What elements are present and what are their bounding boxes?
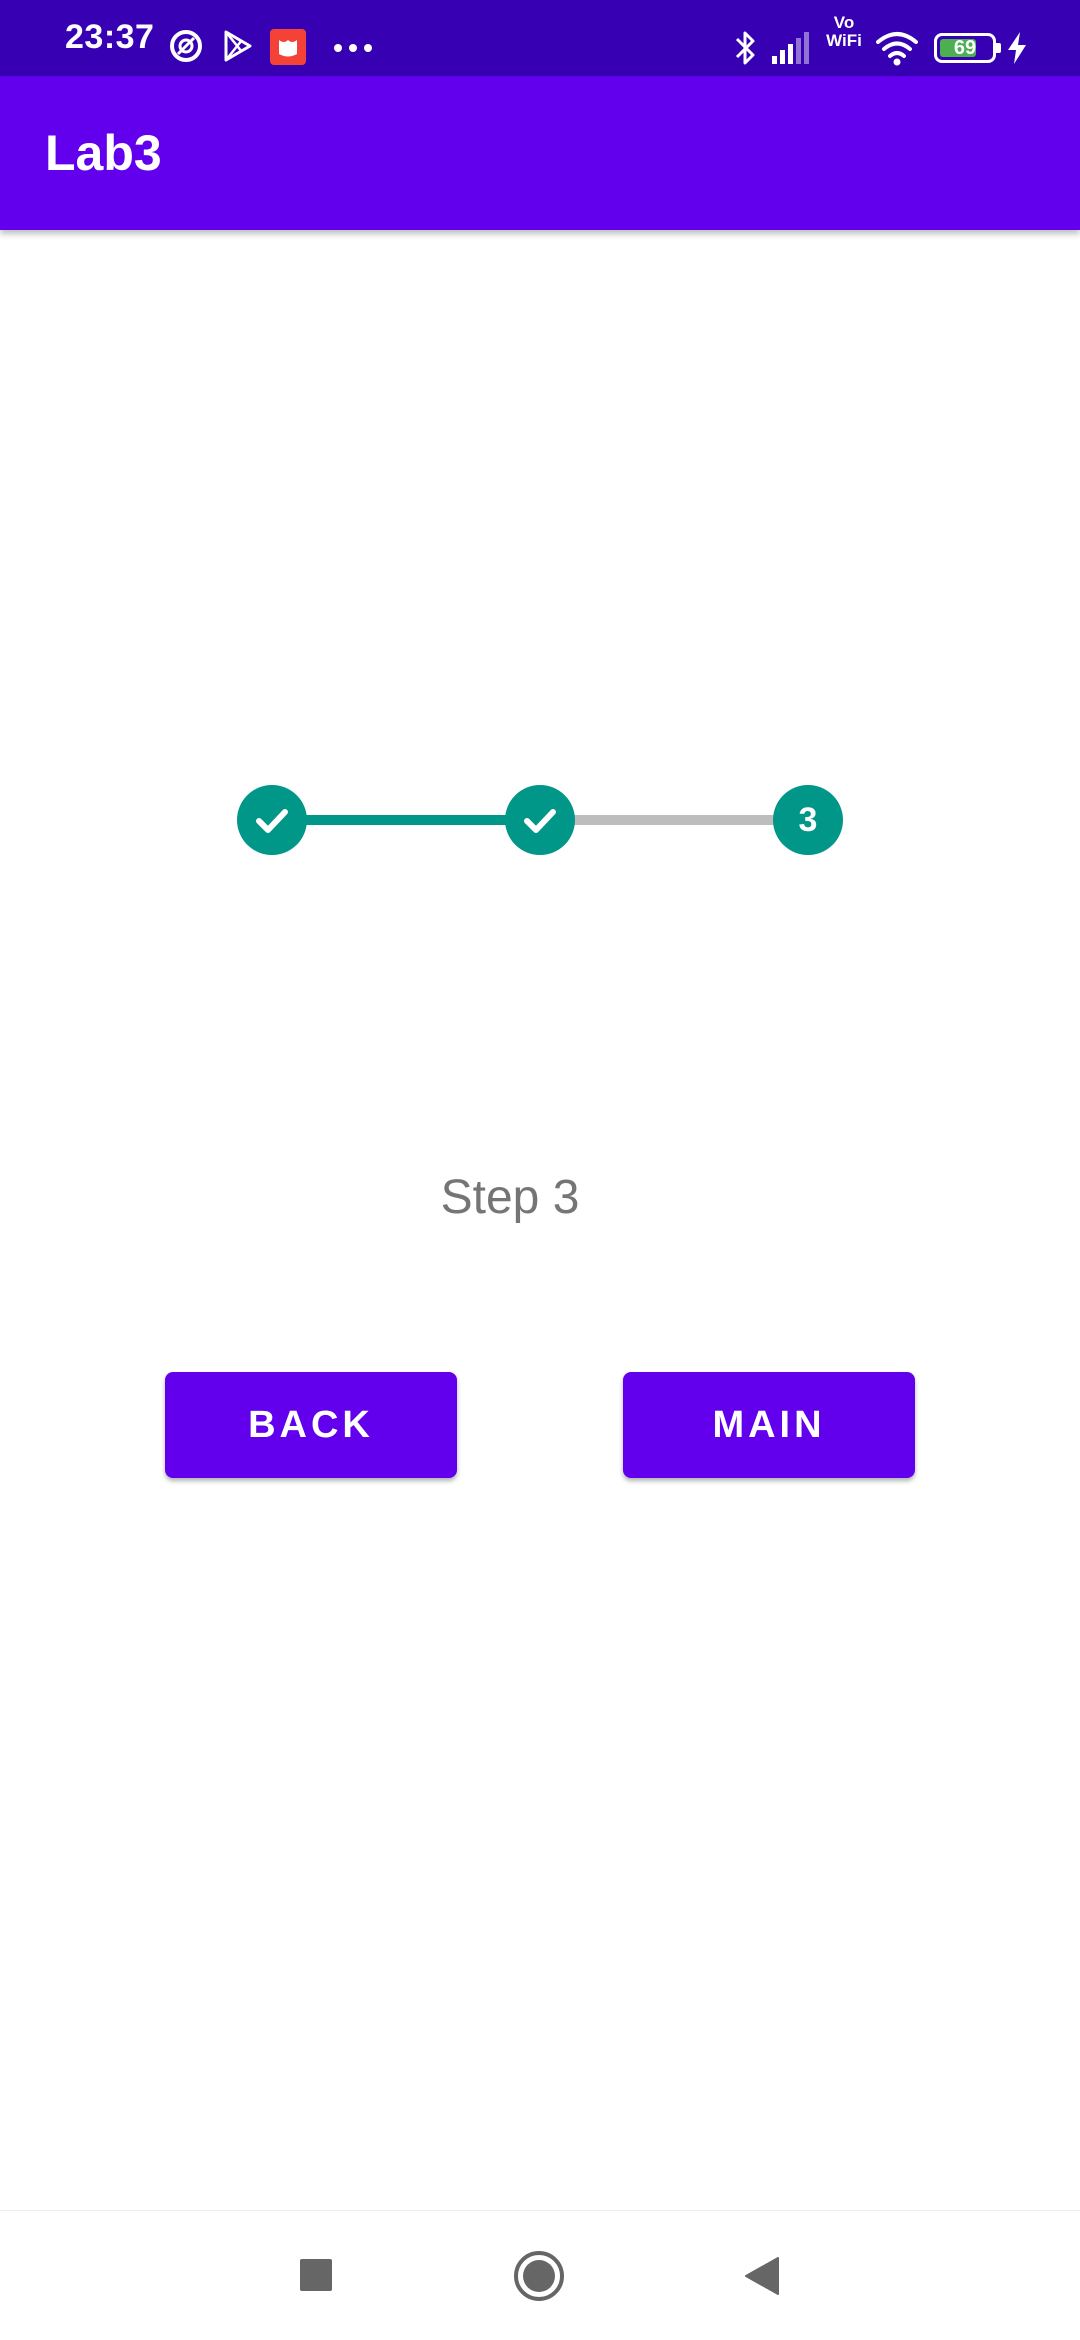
- back-icon[interactable]: [742, 2255, 782, 2297]
- vowifi-top: Vo: [833, 13, 855, 32]
- status-bar: 23:37 Vo WiFi 69: [0, 0, 1080, 76]
- back-button[interactable]: BACK: [165, 1372, 457, 1478]
- step-3-number: 3: [798, 800, 818, 839]
- app-bar: Lab3: [0, 76, 1080, 230]
- notification-app-icon: [270, 29, 306, 65]
- battery-level: 69: [953, 37, 977, 59]
- charging-icon: [1008, 32, 1026, 64]
- main-button[interactable]: MAIN: [623, 1372, 915, 1478]
- step-label: Step 3: [440, 1171, 580, 1224]
- battery-icon: 69: [934, 33, 1001, 63]
- step-connector-pending: [540, 815, 808, 825]
- more-dots-icon: [334, 44, 372, 52]
- bluetooth-icon: [735, 31, 755, 65]
- stepper: 3: [0, 780, 1080, 860]
- page-title: Lab3: [45, 125, 162, 181]
- wifi-icon: [876, 32, 918, 66]
- home-icon[interactable]: [512, 2249, 566, 2303]
- step-3-current[interactable]: 3: [773, 785, 843, 855]
- step-2-completed[interactable]: [505, 785, 575, 855]
- status-time: 23:37: [65, 18, 155, 56]
- system-nav-bar: [0, 2210, 1080, 2340]
- recents-icon[interactable]: [298, 2257, 334, 2293]
- vowifi-bottom: WiFi: [826, 31, 862, 50]
- step-1-completed[interactable]: [237, 785, 307, 855]
- step-connector-completed: [270, 815, 540, 825]
- check-icon: [524, 809, 556, 833]
- check-icon: [256, 809, 288, 833]
- focus-icon: [170, 30, 202, 62]
- signal-icon: [772, 32, 809, 64]
- vowifi-icon: Vo WiFi: [822, 14, 866, 50]
- play-store-icon: [224, 30, 252, 62]
